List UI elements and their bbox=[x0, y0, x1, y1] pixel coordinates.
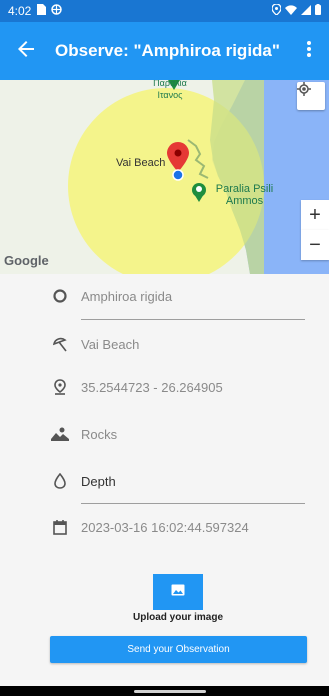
send-observation-button[interactable]: Send your Observation bbox=[50, 636, 307, 663]
observation-form: Amphiroa rigida Vai Beach 35.2544723 - 2… bbox=[0, 274, 329, 686]
map-label-psili-ammos: Paralia Psili Ammos bbox=[215, 183, 274, 207]
location-field: Vai Beach bbox=[50, 334, 304, 354]
map-view[interactable]: Παραλία Ιτανος Vai Beach Paralia Psili A… bbox=[0, 80, 329, 274]
location-value: Vai Beach bbox=[81, 336, 140, 352]
map-label-vai-beach: Vai Beach bbox=[116, 157, 166, 169]
coordinates-field: 35.2544723 - 26.264905 bbox=[50, 377, 304, 397]
coordinates-value: 35.2544723 - 26.264905 bbox=[81, 379, 223, 395]
wifi-icon bbox=[285, 4, 297, 18]
timestamp-field: 2023-03-16 16:02:44.597324 bbox=[50, 517, 304, 537]
species-underline bbox=[81, 319, 305, 320]
status-time: 4:02 bbox=[8, 4, 32, 18]
sim-card-icon bbox=[37, 4, 47, 18]
timestamp-value: 2023-03-16 16:02:44.597324 bbox=[81, 519, 249, 535]
location-icon bbox=[271, 3, 282, 18]
arrow-back-icon bbox=[18, 40, 34, 62]
current-position-dot bbox=[172, 169, 184, 181]
more-options-button[interactable] bbox=[289, 22, 329, 80]
species-field[interactable]: Amphiroa rigida bbox=[50, 286, 304, 306]
depth-underline bbox=[81, 503, 305, 504]
substrate-value: Rocks bbox=[81, 426, 118, 442]
zoom-out-button[interactable]: − bbox=[301, 230, 329, 260]
map-canvas bbox=[0, 80, 329, 274]
home-handle[interactable] bbox=[134, 690, 206, 693]
location-pin-icon bbox=[50, 377, 70, 397]
app-bar: Observe: "Amphiroa rigida" bbox=[0, 22, 329, 80]
back-button[interactable] bbox=[0, 22, 52, 80]
battery-icon bbox=[315, 4, 321, 18]
page-title: Observe: "Amphiroa rigida" bbox=[55, 41, 280, 60]
water-drop-icon bbox=[50, 471, 70, 491]
species-value: Amphiroa rigida bbox=[81, 288, 173, 304]
depth-field[interactable]: Depth bbox=[50, 471, 304, 491]
beach-umbrella-icon bbox=[50, 334, 70, 354]
landscape-icon bbox=[50, 424, 70, 444]
upload-image-button[interactable] bbox=[153, 574, 203, 610]
zoom-in-button[interactable]: + bbox=[301, 200, 329, 230]
my-location-button[interactable] bbox=[297, 82, 325, 110]
depth-input[interactable]: Depth bbox=[81, 474, 116, 489]
circle-outline-icon bbox=[50, 286, 70, 306]
map-label-itanos: Παραλία Ιτανος bbox=[153, 80, 187, 100]
upload-label: Upload your image bbox=[132, 612, 223, 623]
notification-icon bbox=[51, 4, 63, 18]
substrate-field: Rocks bbox=[50, 424, 304, 444]
status-bar: 4:02 bbox=[0, 0, 329, 22]
more-vert-icon bbox=[307, 40, 311, 62]
calendar-icon bbox=[50, 517, 70, 537]
google-attribution: Google bbox=[4, 253, 49, 268]
image-icon bbox=[171, 583, 185, 601]
signal-icon bbox=[301, 4, 311, 18]
